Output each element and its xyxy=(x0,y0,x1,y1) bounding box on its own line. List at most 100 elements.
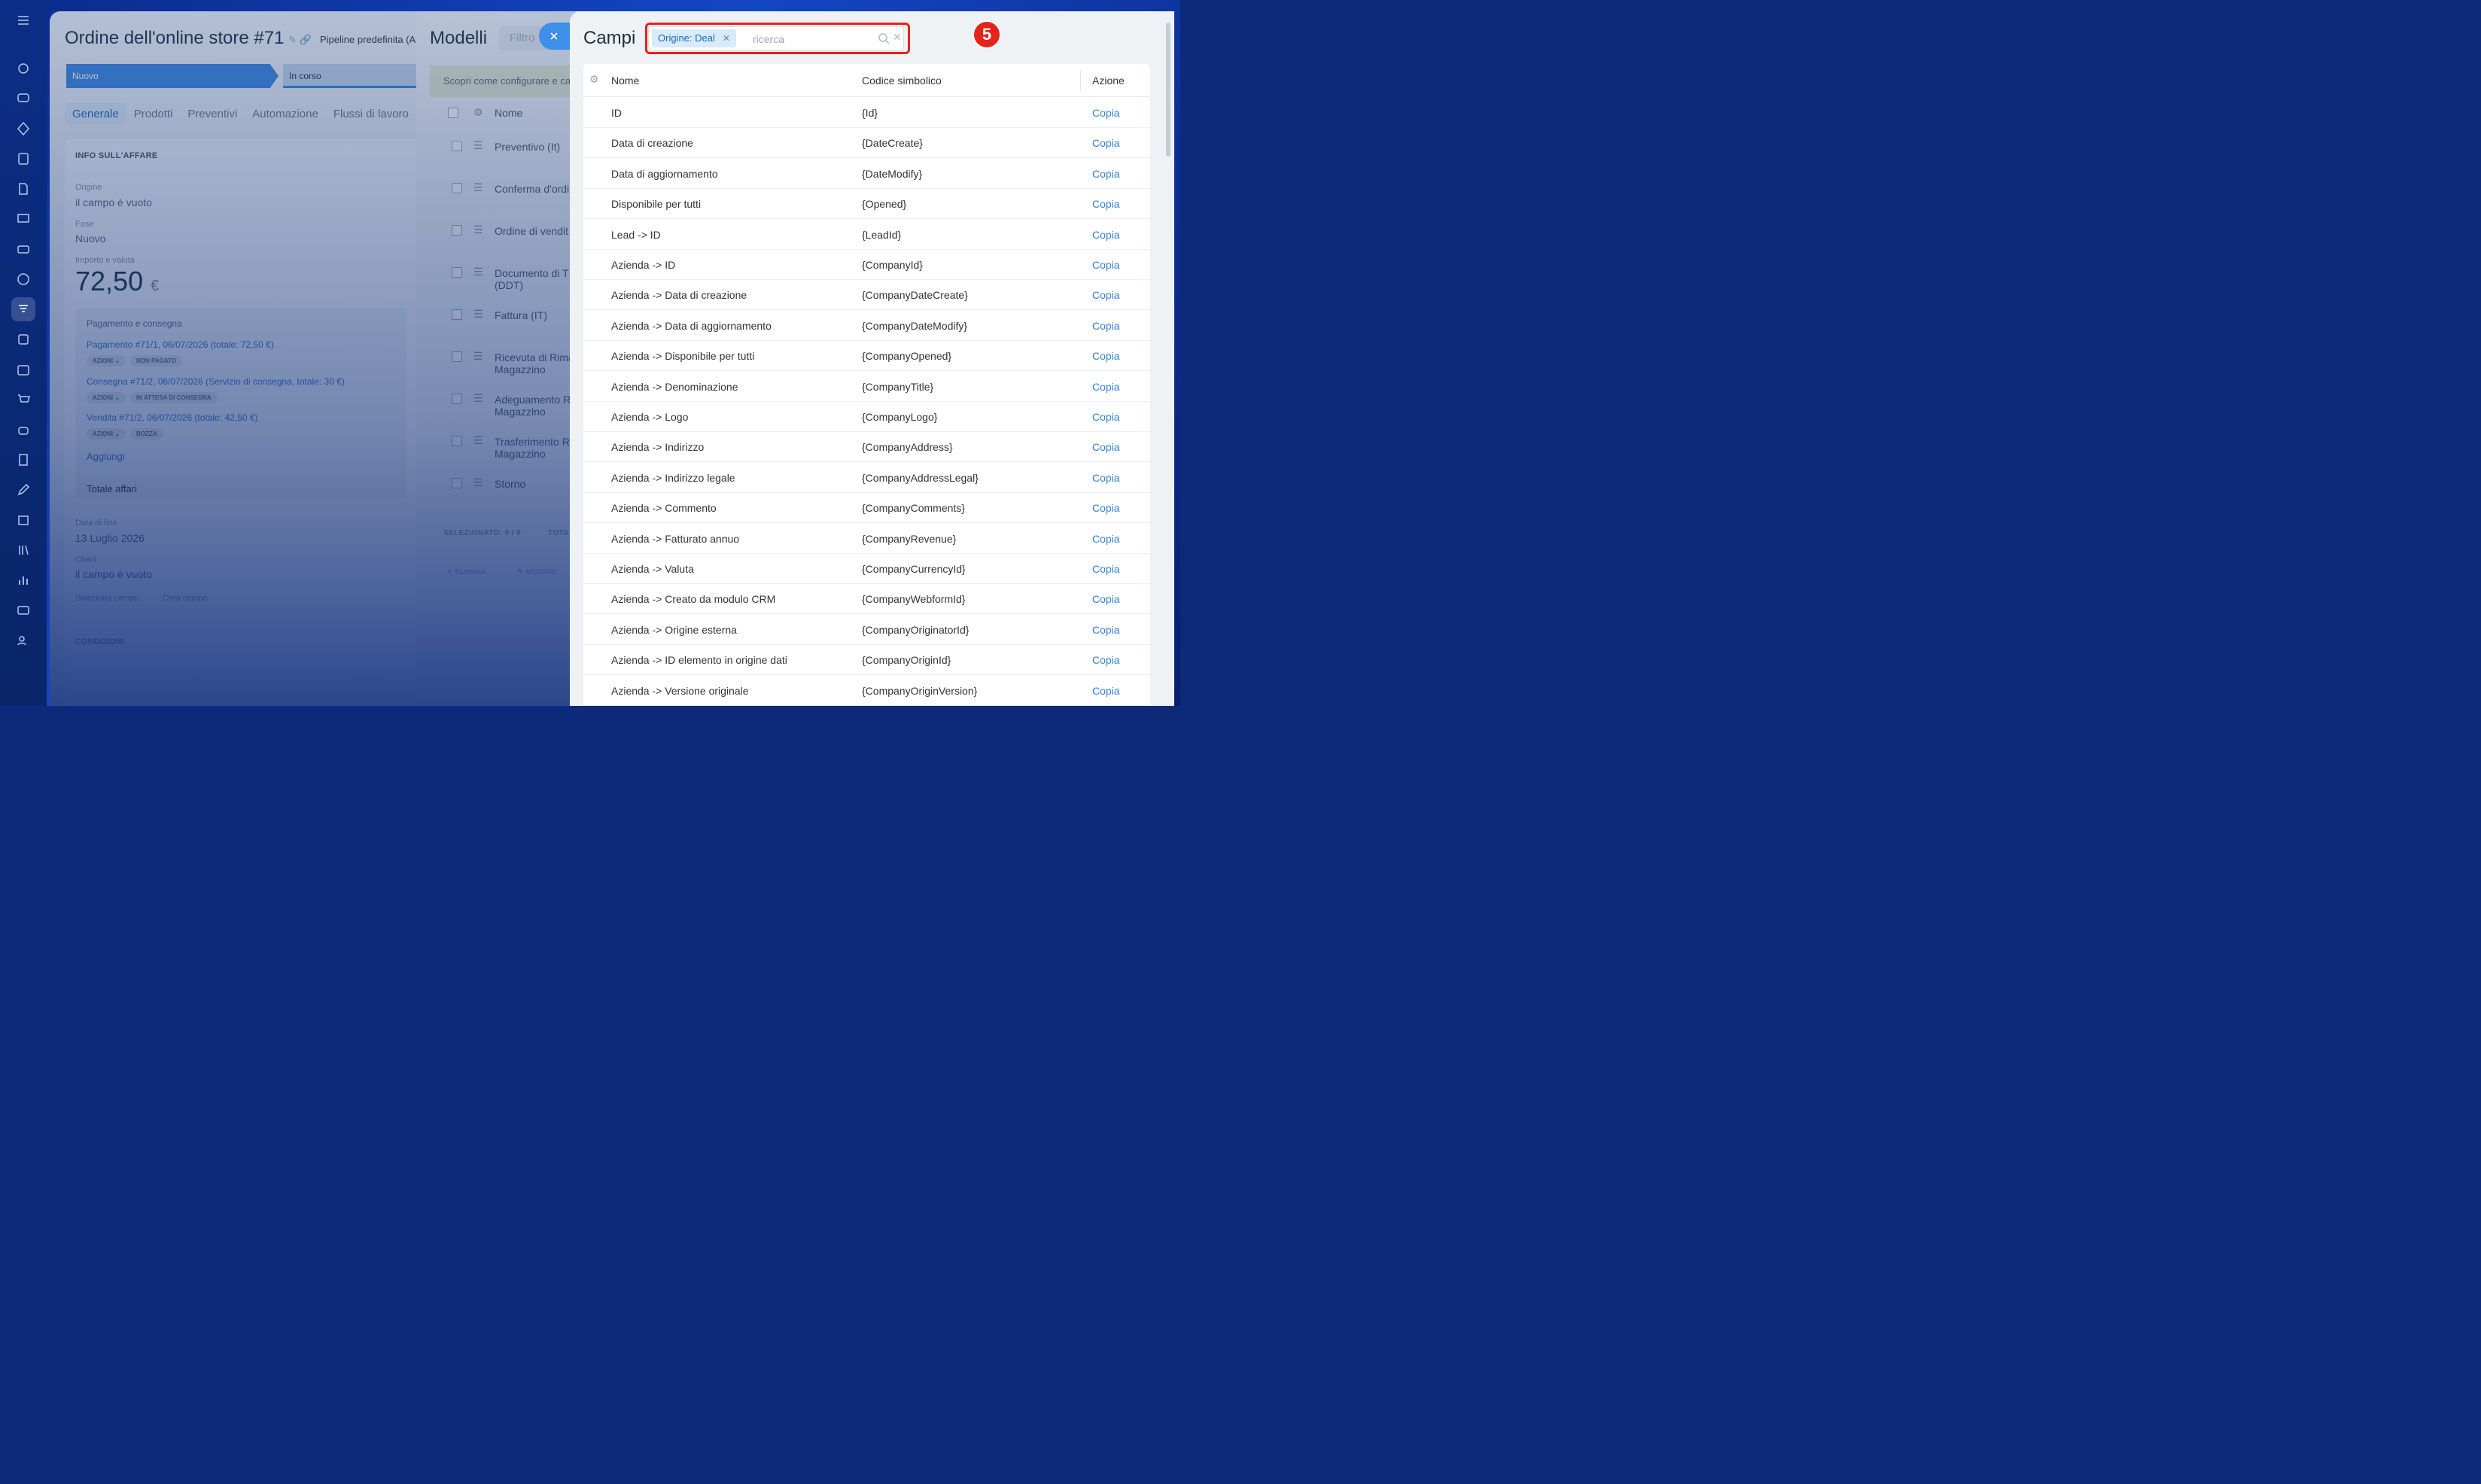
copy-link[interactable]: Copia xyxy=(1092,198,1120,210)
target-icon[interactable] xyxy=(11,117,35,141)
row-checkbox[interactable] xyxy=(452,183,462,193)
chat-icon[interactable] xyxy=(11,87,35,111)
copy-link[interactable]: Copia xyxy=(1092,411,1120,423)
mail-icon[interactable] xyxy=(11,598,35,622)
drag-handle-icon[interactable]: ☰ xyxy=(473,434,483,447)
modify-button[interactable]: ✎ MODIFIC xyxy=(517,568,557,576)
document-icon[interactable] xyxy=(11,177,35,201)
copy-link[interactable]: Copia xyxy=(1092,137,1120,149)
field-code: {CompanyAddressLegal} xyxy=(862,471,979,484)
row-checkbox[interactable] xyxy=(452,225,462,236)
calendar-icon[interactable] xyxy=(11,357,35,382)
drag-handle-icon[interactable]: ☰ xyxy=(473,139,483,152)
cart-icon[interactable] xyxy=(11,388,35,412)
field-name: Azienda -> Commento xyxy=(611,502,717,515)
library-icon[interactable] xyxy=(11,538,35,562)
stage-new[interactable]: Nuovo xyxy=(66,64,279,88)
field-code: {CompanyRevenue} xyxy=(862,532,957,545)
copy-link[interactable]: Copia xyxy=(1092,441,1120,453)
gear-icon[interactable]: ⚙ xyxy=(473,106,483,119)
column-divider[interactable] xyxy=(1080,70,1081,91)
drag-handle-icon[interactable]: ☰ xyxy=(473,392,483,405)
news-icon[interactable] xyxy=(11,147,35,171)
analytics-icon[interactable] xyxy=(11,568,35,592)
copy-link[interactable]: Copia xyxy=(1092,350,1120,362)
status-badge: BOZZA xyxy=(130,428,163,439)
menu-icon[interactable] xyxy=(11,8,35,32)
group-icon[interactable] xyxy=(11,628,35,652)
copy-link[interactable]: Copia xyxy=(1092,320,1120,332)
copy-link[interactable]: Copia xyxy=(1092,533,1120,545)
building-icon[interactable] xyxy=(11,508,35,532)
actions-badge[interactable]: AZIONI ⌄ xyxy=(87,392,126,403)
delivery-link[interactable]: Consegna #71/2, 06/07/2026 (Servizio di … xyxy=(87,376,345,387)
drag-handle-icon[interactable]: ☰ xyxy=(473,308,483,321)
robot-icon[interactable] xyxy=(11,418,35,442)
sign-icon[interactable] xyxy=(11,448,35,472)
settings-gear-icon[interactable]: ⚙ xyxy=(589,73,599,86)
actions-badge[interactable]: AZIONI ⌄ xyxy=(87,355,126,366)
copy-link[interactable]: Copia xyxy=(1092,259,1120,271)
field-code: {CompanyOriginatorId} xyxy=(862,623,970,636)
scrollbar[interactable] xyxy=(1166,23,1170,157)
row-checkbox[interactable] xyxy=(452,436,462,446)
pen-icon[interactable] xyxy=(11,478,35,502)
field-name: Azienda -> ID elemento in origine dati xyxy=(611,654,787,667)
copy-link[interactable]: Copia xyxy=(1092,563,1120,575)
column-name[interactable]: Nome xyxy=(611,75,639,87)
edit-icon[interactable]: ✎ 🔗 xyxy=(288,34,312,46)
select-field-link[interactable]: Seleziona campo xyxy=(75,594,139,603)
task-icon[interactable] xyxy=(11,327,35,351)
select-all-checkbox[interactable] xyxy=(448,108,458,118)
add-link[interactable]: Aggiungi xyxy=(87,451,125,462)
card-icon[interactable] xyxy=(11,237,35,261)
copy-link[interactable]: Copia xyxy=(1092,229,1120,241)
actions-badge[interactable]: AZIONI ⌄ xyxy=(87,428,126,439)
sale-badges: AZIONI ⌄ BOZZA xyxy=(87,428,163,439)
column-code[interactable]: Codice simbolico xyxy=(862,75,942,87)
copy-link[interactable]: Copia xyxy=(1092,685,1120,697)
crm-icon[interactable] xyxy=(11,297,35,321)
field-code: {CompanyOpened} xyxy=(862,350,952,363)
drag-handle-icon[interactable]: ☰ xyxy=(473,350,483,363)
copy-link[interactable]: Copia xyxy=(1092,289,1120,301)
copy-link[interactable]: Copia xyxy=(1092,502,1120,514)
field-name: Azienda -> Indirizzo xyxy=(611,441,705,454)
table-row: Lead -> ID {LeadId} Copia xyxy=(583,219,1150,250)
presentation-icon[interactable] xyxy=(11,207,35,231)
copy-link[interactable]: Copia xyxy=(1092,624,1120,636)
payment-link[interactable]: Pagamento #71/1, 06/07/2026 (totale: 72,… xyxy=(87,339,274,350)
tab-flussi[interactable]: Flussi di lavoro xyxy=(326,103,416,125)
copy-link[interactable]: Copia xyxy=(1092,168,1120,180)
row-checkbox[interactable] xyxy=(452,141,462,151)
row-checkbox[interactable] xyxy=(452,267,462,278)
row-checkbox[interactable] xyxy=(452,478,462,488)
copy-link[interactable]: Copia xyxy=(1092,593,1120,605)
copy-link[interactable]: Copia xyxy=(1092,381,1120,393)
tab-preventivi[interactable]: Preventivi xyxy=(180,103,245,125)
tab-generale[interactable]: Generale xyxy=(65,103,126,125)
row-checkbox[interactable] xyxy=(452,351,462,362)
drag-handle-icon[interactable]: ☰ xyxy=(473,224,483,236)
field-name: Azienda -> Origine esterna xyxy=(611,623,737,636)
drag-handle-icon[interactable]: ☰ xyxy=(473,476,483,489)
hexagon-icon[interactable] xyxy=(11,267,35,291)
copy-link[interactable]: Copia xyxy=(1092,654,1120,666)
copy-link[interactable]: Copia xyxy=(1092,107,1120,119)
close-button[interactable] xyxy=(539,23,572,50)
row-checkbox[interactable] xyxy=(452,394,462,404)
step-badge: 5 xyxy=(973,20,1001,49)
drag-handle-icon[interactable]: ☰ xyxy=(473,266,483,278)
field-name: Lead -> ID xyxy=(611,228,661,241)
sale-link[interactable]: Vendita #71/2, 06/07/2026 (totale: 42,50… xyxy=(87,412,258,423)
tab-automazione[interactable]: Automazione xyxy=(245,103,326,125)
row-checkbox[interactable] xyxy=(452,309,462,320)
field-code: {CompanyDateModify} xyxy=(862,319,968,332)
copy-link[interactable]: Copia xyxy=(1092,472,1120,484)
drag-handle-icon[interactable]: ☰ xyxy=(473,181,483,194)
refresh-icon[interactable] xyxy=(11,56,35,81)
create-field-link[interactable]: Crea campo xyxy=(163,594,208,603)
pipeline-selector[interactable]: Pipeline predefinita (A xyxy=(320,34,416,45)
delete-button[interactable]: ✕ ELIMINA xyxy=(446,568,486,576)
tab-prodotti[interactable]: Prodotti xyxy=(126,103,181,125)
